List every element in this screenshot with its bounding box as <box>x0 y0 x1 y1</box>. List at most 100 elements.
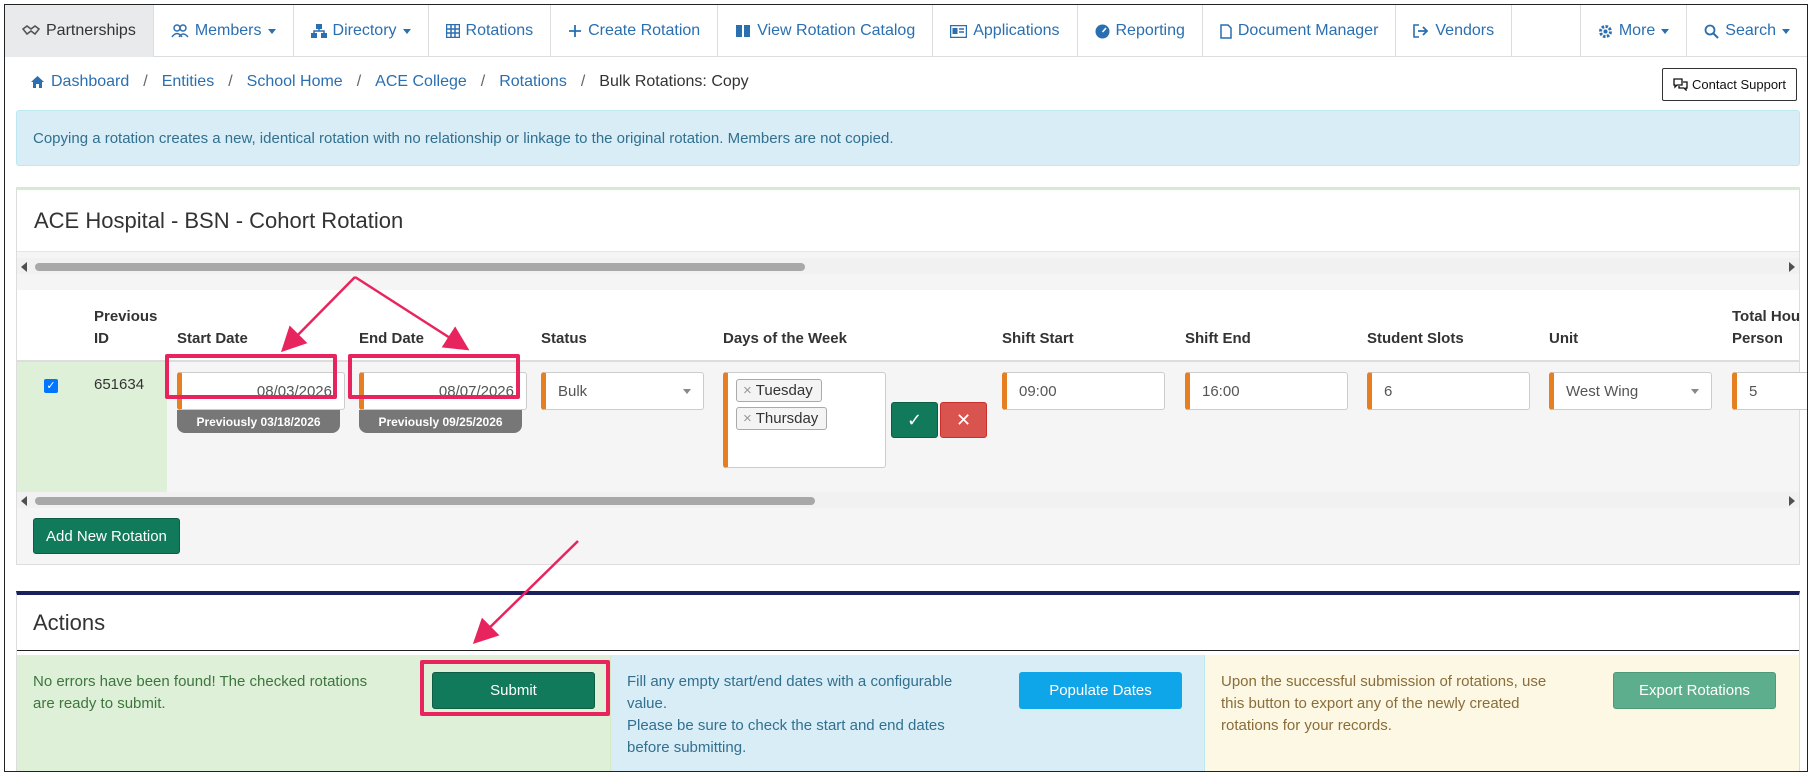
breadcrumb-separator: / <box>356 73 362 90</box>
info-alert: Copying a rotation creates a new, identi… <box>16 110 1800 166</box>
contact-support-label: Contact Support <box>1692 77 1786 92</box>
remove-chip-icon[interactable]: × <box>743 382 752 399</box>
chevron-down-icon <box>683 389 691 394</box>
header-shift-end: Shift End <box>1185 330 1251 347</box>
highlight-submit <box>420 660 610 716</box>
populate-dates-button[interactable]: Populate Dates <box>1019 672 1182 709</box>
shift-start-input[interactable]: 09:00 <box>1002 372 1165 410</box>
header-shift-start: Shift Start <box>1002 330 1074 347</box>
calendar-grid-icon <box>445 24 460 38</box>
nav-rotations[interactable]: Rotations <box>429 5 552 57</box>
scrollbar-thumb[interactable] <box>35 497 815 505</box>
nav-label: Applications <box>973 22 1060 39</box>
nav-label: Directory <box>332 22 397 39</box>
file-icon <box>1220 23 1232 39</box>
rotation-panel-title: ACE Hospital - BSN - Cohort Rotation <box>17 190 1799 252</box>
export-section: Upon the successful submission of rotati… <box>1205 655 1799 771</box>
scroll-left-arrow-icon[interactable] <box>21 262 27 272</box>
nav-label: Search <box>1725 22 1776 39</box>
search-icon <box>1704 24 1720 39</box>
nav-more[interactable]: More <box>1581 5 1688 57</box>
status-select[interactable]: Bulk <box>541 372 704 410</box>
top-nav: Partnerships Members Directory Rotations <box>5 5 1807 57</box>
nav-label: Reporting <box>1115 22 1185 39</box>
day-chip-thursday[interactable]: × Thursday <box>736 407 828 430</box>
breadcrumb-entities[interactable]: Entities <box>162 73 214 91</box>
nav-label: Create Rotation <box>588 22 701 39</box>
scroll-right-arrow-icon[interactable] <box>1789 496 1795 506</box>
book-icon <box>735 24 751 38</box>
row-checkbox[interactable]: ✓ <box>44 379 58 393</box>
top-horizontal-scrollbar[interactable] <box>17 258 1799 274</box>
unit-select[interactable]: West Wing <box>1549 372 1712 410</box>
nav-partnerships[interactable]: Partnerships <box>5 5 154 57</box>
nav-reporting[interactable]: Reporting <box>1078 5 1203 57</box>
breadcrumb: Dashboard / Entities / School Home / ACE… <box>30 73 749 91</box>
chevron-down-icon <box>1782 28 1790 34</box>
remove-chip-icon[interactable]: × <box>743 410 752 427</box>
breadcrumb-school-home[interactable]: School Home <box>247 73 343 91</box>
highlight-start-date <box>165 354 337 399</box>
breadcrumb-rotations[interactable]: Rotations <box>499 73 567 91</box>
nav-document-manager[interactable]: Document Manager <box>1203 5 1397 57</box>
breadcrumb-separator: / <box>143 73 148 90</box>
export-message: Upon the successful submission of rotati… <box>1221 673 1547 734</box>
nav-spacer <box>1512 5 1581 56</box>
day-chip-tuesday[interactable]: × Tuesday <box>736 379 822 402</box>
breadcrumb-separator: / <box>480 73 486 90</box>
header-start-date: Start Date <box>177 330 248 347</box>
scroll-left-arrow-icon[interactable] <box>21 496 27 506</box>
actions-title: Actions <box>17 595 1799 651</box>
users-icon <box>171 24 189 38</box>
nav-view-rotation-catalog[interactable]: View Rotation Catalog <box>718 5 934 57</box>
handshake-icon <box>22 24 40 38</box>
day-chip-label: Thursday <box>755 410 819 427</box>
dashboard-gauge-icon <box>1095 24 1110 39</box>
app-window: Partnerships Members Directory Rotations <box>4 4 1808 772</box>
check-icon: ✓ <box>906 409 923 430</box>
populate-dates-message: Fill any empty start/end dates with a co… <box>627 673 953 756</box>
sign-out-icon <box>1413 24 1429 38</box>
chevron-down-icon <box>1661 28 1670 34</box>
header-days-of-week: Days of the Week <box>723 330 847 347</box>
nav-vendors[interactable]: Vendors <box>1396 5 1513 57</box>
table-header: Previous ID Start Date End Date Status D… <box>17 290 1800 362</box>
header-status: Status <box>541 330 587 347</box>
actions-panel: Actions No errors have been found! The c… <box>16 591 1800 771</box>
nav-members[interactable]: Members <box>154 5 294 57</box>
gear-icon <box>1598 24 1613 39</box>
breadcrumb-separator: / <box>580 73 586 90</box>
previous-id-value: 651634 <box>94 376 145 393</box>
row-select-cell: ✓ 651634 <box>17 362 167 492</box>
nav-directory[interactable]: Directory <box>294 5 429 57</box>
contact-support-button[interactable]: Contact Support <box>1662 68 1797 101</box>
id-card-icon <box>950 24 968 38</box>
days-of-week-multiselect[interactable]: × Tuesday × Thursday <box>723 372 886 468</box>
student-slots-input[interactable]: 6 <box>1367 372 1530 410</box>
nav-label: More <box>1618 22 1656 39</box>
breadcrumb-ace-college[interactable]: ACE College <box>375 73 467 91</box>
confirm-button[interactable]: ✓ <box>891 402 938 438</box>
nav-applications[interactable]: Applications <box>933 5 1078 57</box>
status-value: Bulk <box>558 382 588 400</box>
breadcrumb-dashboard[interactable]: Dashboard <box>51 73 129 91</box>
populate-dates-section: Fill any empty start/end dates with a co… <box>611 655 1205 771</box>
export-rotations-button[interactable]: Export Rotations <box>1613 672 1776 709</box>
breadcrumb-current: Bulk Rotations: Copy <box>599 73 749 90</box>
total-hours-input[interactable]: 5 <box>1732 372 1807 410</box>
cancel-button[interactable]: ✕ <box>940 402 987 438</box>
header-student-slots: Student Slots <box>1367 330 1464 347</box>
scrollbar-thumb[interactable] <box>35 263 805 271</box>
chat-bubbles-icon <box>1673 78 1688 91</box>
nav-create-rotation[interactable]: Create Rotation <box>551 5 719 57</box>
info-alert-text: Copying a rotation creates a new, identi… <box>33 129 894 147</box>
bottom-horizontal-scrollbar[interactable] <box>17 492 1799 508</box>
add-new-rotation-button[interactable]: Add New Rotation <box>33 518 180 554</box>
nav-label: Members <box>194 22 262 39</box>
sitemap-icon <box>310 24 327 38</box>
shift-end-input[interactable]: 16:00 <box>1185 372 1348 410</box>
nav-label: Vendors <box>1435 22 1495 39</box>
nav-search[interactable]: Search <box>1687 5 1807 57</box>
day-chip-label: Tuesday <box>755 382 813 399</box>
scroll-right-arrow-icon[interactable] <box>1789 262 1795 272</box>
